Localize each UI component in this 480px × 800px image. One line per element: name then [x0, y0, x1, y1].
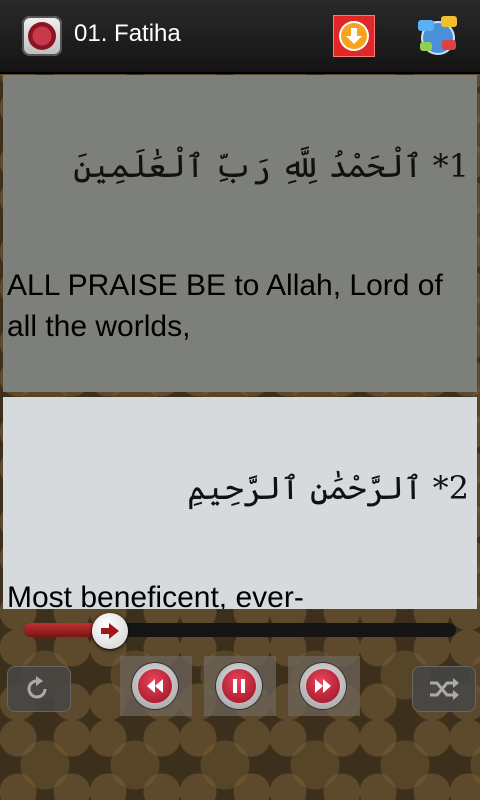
download-icon	[346, 28, 362, 44]
rewind-tile	[120, 656, 192, 716]
fast-forward-button[interactable]	[300, 663, 346, 709]
fast-forward-tile	[288, 656, 360, 716]
share-chat-icon[interactable]	[414, 12, 462, 60]
verse-arabic-text: 1* ٱلْحَمْدُ لِلَّهِ رَبِّ ٱلْعَٰلَمِينَ	[73, 147, 469, 185]
repeat-icon	[27, 676, 47, 699]
pause-tile	[204, 656, 276, 716]
pause-button[interactable]	[216, 663, 262, 709]
rewind-button[interactable]	[132, 663, 178, 709]
verse-arabic-text: 2* ٱلرَّحْمَٰنِ ٱلرَّحِيمِ	[187, 469, 469, 507]
shuffle-button[interactable]	[412, 666, 476, 712]
repeat-button[interactable]	[7, 666, 71, 712]
action-bar: 01. Fatiha	[0, 0, 480, 74]
page-title: 01. Fatiha	[74, 20, 181, 47]
seek-bar[interactable]	[24, 623, 456, 637]
shuffle-icon	[430, 678, 459, 700]
quran-logo-icon[interactable]	[22, 16, 62, 56]
arrow-right-icon	[101, 623, 119, 639]
verse-card[interactable]: 1* ٱلْحَمْدُ لِلَّهِ رَبِّ ٱلْعَٰلَمِينَ…	[3, 75, 477, 392]
verse-card[interactable]: 2* ٱلرَّحْمَٰنِ ٱلرَّحِيمِ Most benefice…	[3, 397, 477, 609]
seek-thumb[interactable]	[92, 613, 128, 649]
pause-icon	[233, 679, 245, 693]
verse-translation-text: Most beneficent, ever-	[7, 581, 304, 609]
verse-translation-text: ALL PRAISE BE to Allah, Lord of all the …	[7, 269, 443, 343]
fast-forward-icon	[315, 679, 331, 693]
rewind-icon	[147, 679, 163, 693]
download-button[interactable]	[333, 15, 375, 57]
